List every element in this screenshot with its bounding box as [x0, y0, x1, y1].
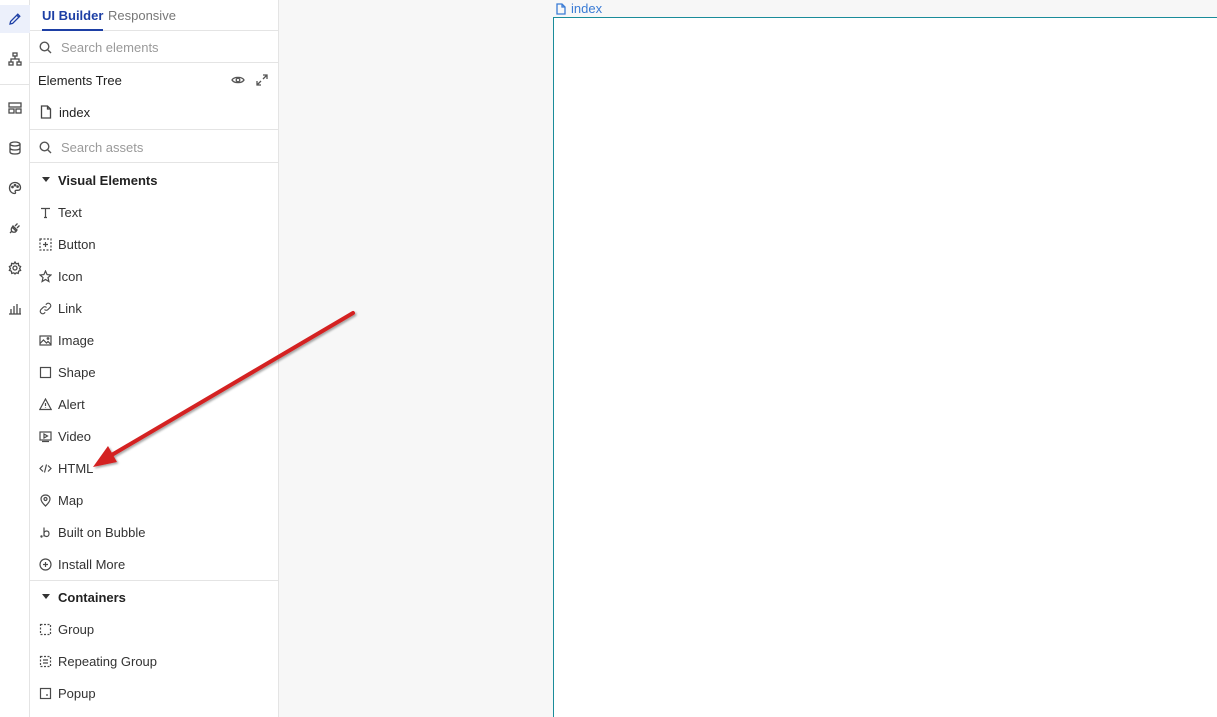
star-icon [38, 269, 52, 283]
element-item-label: Built on Bubble [58, 525, 146, 540]
page-icon [556, 2, 566, 15]
plugins-tab-button[interactable] [0, 214, 30, 242]
element-item-text[interactable]: Text [30, 196, 278, 228]
caret-down-icon [42, 594, 50, 599]
link-icon [38, 301, 52, 315]
expand-icon[interactable] [255, 73, 269, 87]
element-item-label: Link [58, 301, 82, 316]
plus-circle-icon [38, 557, 52, 571]
visual-elements-section-header[interactable]: Visual Elements [30, 164, 278, 196]
element-item-label: Map [58, 493, 84, 508]
panel-tabs: UI Builder Responsive [30, 0, 278, 31]
eye-icon[interactable] [231, 73, 245, 87]
element-item-install-more[interactable]: Install More [30, 548, 278, 580]
canvas-page-tab[interactable]: index [556, 0, 602, 17]
gear-icon [8, 261, 22, 275]
repeating-group-icon [38, 654, 52, 668]
page-icon [40, 105, 52, 119]
tree-item-index[interactable]: index [30, 96, 278, 130]
styles-tab-button[interactable] [0, 174, 30, 202]
element-item-label: Shape [58, 365, 96, 380]
element-item-map[interactable]: Map [30, 484, 278, 516]
element-item-label: Alert [58, 397, 85, 412]
container-item-group[interactable]: Group [30, 613, 278, 645]
canvas-page-tab-label: index [571, 1, 603, 16]
container-item-label: Popup [58, 686, 96, 701]
element-item-alert[interactable]: Alert [30, 388, 278, 420]
warning-icon [38, 397, 52, 411]
tab-ui-builder[interactable]: UI Builder [42, 8, 104, 31]
hierarchy-icon [8, 52, 22, 66]
element-item-label: Icon [58, 269, 83, 284]
video-icon [38, 429, 52, 443]
container-item-repeating-group[interactable]: Repeating Group [30, 645, 278, 677]
element-item-link[interactable]: Link [30, 292, 278, 324]
rail-divider [0, 84, 30, 85]
element-item-label: Video [58, 429, 92, 444]
text-icon [38, 205, 52, 219]
code-icon [38, 461, 52, 475]
element-item-label: Image [58, 333, 95, 348]
element-item-label: Text [58, 205, 82, 220]
elements-panel: UI Builder Responsive Elements Tree inde… [30, 0, 279, 717]
container-item-label: Group [58, 622, 95, 637]
element-item-shape[interactable]: Shape [30, 356, 278, 388]
popup-icon [38, 686, 52, 700]
bar-chart-icon [9, 304, 21, 315]
element-item-html[interactable]: HTML [30, 452, 278, 484]
database-icon [9, 141, 21, 155]
caret-down-icon [42, 177, 50, 182]
search-elements-row [30, 31, 278, 63]
palette-icon [8, 181, 22, 195]
element-item-button[interactable]: Button [30, 228, 278, 260]
dashed-square-icon [38, 622, 52, 636]
search-icon [39, 141, 52, 154]
search-elements-input[interactable] [61, 37, 261, 57]
map-pin-icon [38, 493, 52, 507]
element-item-video[interactable]: Video [30, 420, 278, 452]
search-assets-input[interactable] [61, 137, 261, 157]
workflow-tab-button[interactable] [0, 45, 30, 73]
element-item-label: Button [58, 237, 96, 252]
tab-responsive[interactable]: Responsive [108, 8, 176, 23]
containers-section-header[interactable]: Containers [30, 581, 278, 613]
bubble-logo-icon [38, 525, 52, 539]
pencil-icon [9, 13, 21, 25]
element-item-icon[interactable]: Icon [30, 260, 278, 292]
element-item-built-on-bubble[interactable]: Built on Bubble [30, 516, 278, 548]
canvas-page[interactable] [553, 17, 1217, 717]
button-icon [38, 237, 52, 251]
plug-icon [9, 223, 20, 234]
search-icon [39, 41, 52, 54]
element-item-label: Install More [58, 557, 126, 572]
containers-title: Containers [58, 590, 126, 605]
square-icon [38, 365, 52, 379]
logs-tab-button[interactable] [0, 294, 30, 322]
image-icon [38, 333, 52, 347]
container-item-label: Repeating Group [58, 654, 158, 669]
settings-tab-button[interactable] [0, 254, 30, 282]
design-tab-button[interactable] [0, 5, 30, 33]
data-tab-button[interactable] [0, 134, 30, 162]
element-item-label: HTML [58, 461, 94, 476]
tree-item-label: index [59, 105, 91, 120]
search-assets-row [30, 131, 278, 163]
styles-layout-button[interactable] [0, 94, 30, 122]
element-item-image[interactable]: Image [30, 324, 278, 356]
elements-tree-header: Elements Tree [30, 64, 278, 96]
left-nav-rail [0, 0, 30, 717]
elements-tree-title: Elements Tree [38, 73, 122, 88]
container-item-popup[interactable]: Popup [30, 677, 278, 709]
visual-elements-title: Visual Elements [58, 173, 158, 188]
layout-icon [8, 102, 22, 114]
